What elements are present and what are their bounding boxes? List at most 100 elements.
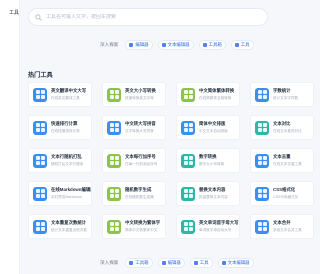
chip-tools[interactable]: 工具 [189, 258, 213, 268]
tool-desc: 在线文本去重工具 [273, 162, 302, 166]
tool-desc: 在线快速排序计算 [51, 129, 80, 133]
tool-card[interactable]: 在线Markdown编辑器 实时预览Markdown [28, 181, 92, 206]
tool-card[interactable]: 文本对比 在线文本差异对比 [250, 115, 314, 140]
tool-grid-icon [255, 153, 269, 168]
tool-name: 中文转大写拼音 [125, 121, 156, 126]
tool-text: 中文简体繁体转换 在线简繁体互相转换 [199, 88, 234, 101]
tool-grid-icon [33, 186, 47, 201]
tool-text: 中文转换为繁体字 简体中文转繁体中文 [125, 220, 160, 233]
tag-icon [202, 43, 207, 47]
tool-card[interactable]: 中文转换为繁体字 简体中文转繁体中文 [102, 214, 166, 239]
tool-text: 英文单词首字母大写 单词首字母自动大写 [199, 220, 239, 233]
tag-icon [221, 261, 226, 265]
tool-card[interactable]: 中文简体繁体转换 在线简繁体互相转换 [176, 82, 240, 107]
tool-text: 文本重复次数统计 统计文本重复出现次数 [51, 220, 87, 233]
tool-name: 文本每行加序号 [125, 154, 156, 159]
tag-icon [234, 43, 239, 47]
tool-name: 在线Markdown编辑器 [51, 187, 91, 192]
tool-grid-icon [33, 153, 47, 168]
tool-name: 文本对比 [273, 121, 291, 126]
tool-card[interactable]: 文本每行加序号 在每一行前添加序号 [102, 148, 166, 173]
tool-text: 中文转大写拼音 汉字转换大写拼音 [125, 121, 156, 134]
tool-text: CSS格式化 CSS代码格式化 [273, 187, 298, 200]
tool-card[interactable]: 简体中文排版 中文文本自动排版 [176, 115, 240, 140]
chip-text-editor[interactable]: 文本编辑器 [217, 258, 254, 268]
tool-desc: 批量替换文本内容 [199, 195, 228, 199]
tool-desc: 实时预览Markdown [51, 195, 82, 199]
tool-desc: 多段文本合并工具 [273, 228, 302, 232]
tool-card[interactable]: 数字转换数字大小写转换 [176, 148, 240, 173]
tag-icon [129, 261, 134, 265]
brand-label: 工具 [8, 10, 19, 16]
tool-desc: 在线随机数生成器 [125, 195, 154, 199]
tool-card[interactable]: 字数统计 统计文本字符数 [250, 82, 314, 107]
tool-text: 英文翻译中文大写 在线英文翻译工具 [51, 88, 86, 101]
tool-name: 文本合并 [273, 220, 291, 225]
chip-toolbox[interactable]: 工具箱 [198, 40, 226, 50]
tool-text: 在线Markdown编辑器 实时预览Markdown [51, 187, 91, 200]
tool-text: 文本合并多段文本合并工具 [273, 220, 302, 233]
tool-text: 文本行随机打乱 随机打乱文本行顺序 [51, 154, 83, 167]
tool-grid-icon [33, 120, 47, 135]
tool-grid-icon [107, 87, 121, 102]
tool-text: 替换文本内容 批量替换文本内容 [199, 187, 228, 200]
tool-name: 数字转换 [199, 154, 217, 159]
tool-name: 文本去重 [273, 154, 291, 159]
tag-icon [161, 261, 166, 265]
tool-card[interactable]: 文本行随机打乱 随机打乱文本行顺序 [28, 148, 92, 173]
tool-desc: 汉字转换大写拼音 [125, 129, 154, 133]
tool-grid: 英文翻译中文大写 在线英文翻译工具 英文大小写转换 快速转换英文字母 中文简体繁体转换在… [28, 82, 314, 239]
tool-card[interactable]: 随机数字生成 在线随机数生成器 [102, 181, 166, 206]
chip-tools[interactable]: 工具 [230, 40, 254, 50]
tool-desc: 简体中文转繁体中文 [125, 228, 158, 232]
tool-text: 文本去重在线文本去重工具 [273, 154, 302, 167]
tool-name: 文本行随机打乱 [51, 154, 82, 159]
tool-grid-icon [255, 120, 269, 135]
tool-desc: CSS代码格式化 [273, 195, 299, 199]
tool-grid-icon [181, 186, 195, 201]
tool-card[interactable]: CSS格式化 CSS代码格式化 [250, 181, 314, 206]
tool-text: 字数统计 统计文本字符数 [273, 88, 298, 101]
tool-desc: 单词首字母自动大写 [199, 228, 232, 232]
tool-card[interactable]: 文本重复次数统计 统计文本重复出现次数 [28, 214, 92, 239]
tool-desc: 快速转换英文字母 [125, 96, 154, 100]
chip-editor[interactable]: 编辑器 [157, 258, 185, 268]
chip-editor[interactable]: 编辑器 [125, 40, 153, 50]
tool-card[interactable]: 英文单词首字母大写 单词首字母自动大写 [176, 214, 240, 239]
tool-text: 文本对比 在线文本差异对比 [273, 121, 302, 134]
tool-card[interactable]: 文本去重在线文本去重工具 [250, 148, 314, 173]
tool-name: 文本重复次数统计 [51, 220, 87, 225]
tool-card[interactable]: 快速排行计算 在线快速排序计算 [28, 115, 92, 140]
deep-search-label: 深入探索 [100, 260, 119, 265]
search-input[interactable] [46, 14, 246, 20]
deep-search-row-bottom: 深入探索 工具箱 编辑器 工具 文本编辑器 [100, 258, 254, 268]
tool-grid-icon [107, 120, 121, 135]
tool-desc: 统计文本字符数 [273, 96, 299, 100]
chip-toolbox[interactable]: 工具箱 [125, 258, 153, 268]
tool-card[interactable]: 文本合并多段文本合并工具 [250, 214, 314, 239]
tool-grid-icon [107, 219, 121, 234]
deep-search-label: 深入探索 [100, 42, 119, 47]
search-icon [35, 13, 42, 21]
tool-grid-icon [181, 87, 195, 102]
tool-card[interactable]: 替换文本内容 批量替换文本内容 [176, 181, 240, 206]
tool-desc: 数字大小写转换 [199, 162, 225, 166]
tool-grid-icon [255, 219, 269, 234]
tool-card[interactable]: 英文大小写转换 快速转换英文字母 [102, 82, 166, 107]
tool-text: 英文大小写转换 快速转换英文字母 [125, 88, 156, 101]
tool-name: CSS格式化 [273, 187, 296, 192]
tool-name: 英文翻译中文大写 [51, 88, 87, 93]
chip-text-editor[interactable]: 文本编辑器 [157, 40, 194, 50]
tool-grid-icon [107, 186, 121, 201]
search-box[interactable] [28, 8, 268, 26]
tool-card[interactable]: 英文翻译中文大写 在线英文翻译工具 [28, 82, 92, 107]
tool-desc: 在线英文翻译工具 [51, 96, 80, 100]
tool-desc: 随机打乱文本行顺序 [51, 162, 84, 166]
tool-grid-icon [33, 87, 47, 102]
tool-grid-icon [255, 186, 269, 201]
tool-card[interactable]: 中文转大写拼音 汉字转换大写拼音 [102, 115, 166, 140]
tool-desc: 统计文本重复出现次数 [51, 228, 87, 232]
tag-icon [161, 43, 166, 47]
tool-name: 中文简体繁体转换 [199, 88, 235, 93]
tool-desc: 在线简繁体互相转换 [199, 96, 232, 100]
